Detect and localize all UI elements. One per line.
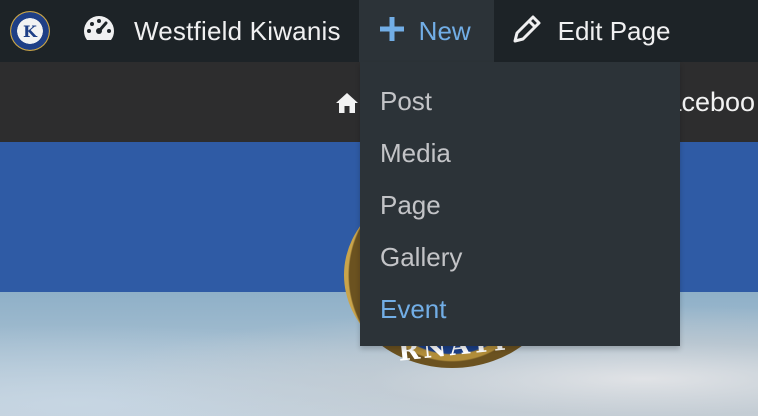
site-logo-button[interactable]: K	[0, 0, 80, 62]
new-page-item[interactable]: Page	[360, 179, 680, 231]
new-event-item[interactable]: Event	[360, 283, 680, 335]
edit-page-button[interactable]: Edit Page	[494, 0, 671, 62]
new-content-dropdown: Post Media Page Gallery Event	[360, 62, 680, 346]
pencil-icon	[512, 14, 542, 49]
site-name-label: Westfield Kiwanis	[134, 15, 341, 46]
new-post-item[interactable]: Post	[360, 75, 680, 127]
home-icon[interactable]	[335, 92, 359, 119]
site-name-menu[interactable]: Westfield Kiwanis	[80, 0, 359, 62]
kiwanis-logo-icon: K	[10, 11, 50, 51]
plus-icon	[379, 16, 405, 47]
new-menu-label: New	[418, 15, 471, 46]
new-gallery-item[interactable]: Gallery	[360, 231, 680, 283]
new-content-menu[interactable]: New	[358, 0, 494, 62]
edit-page-label: Edit Page	[557, 15, 671, 46]
admin-bar: K Westfield Kiwanis New Edit Page	[0, 0, 758, 62]
new-media-item[interactable]: Media	[360, 127, 680, 179]
dashboard-gauge-icon	[82, 14, 116, 49]
